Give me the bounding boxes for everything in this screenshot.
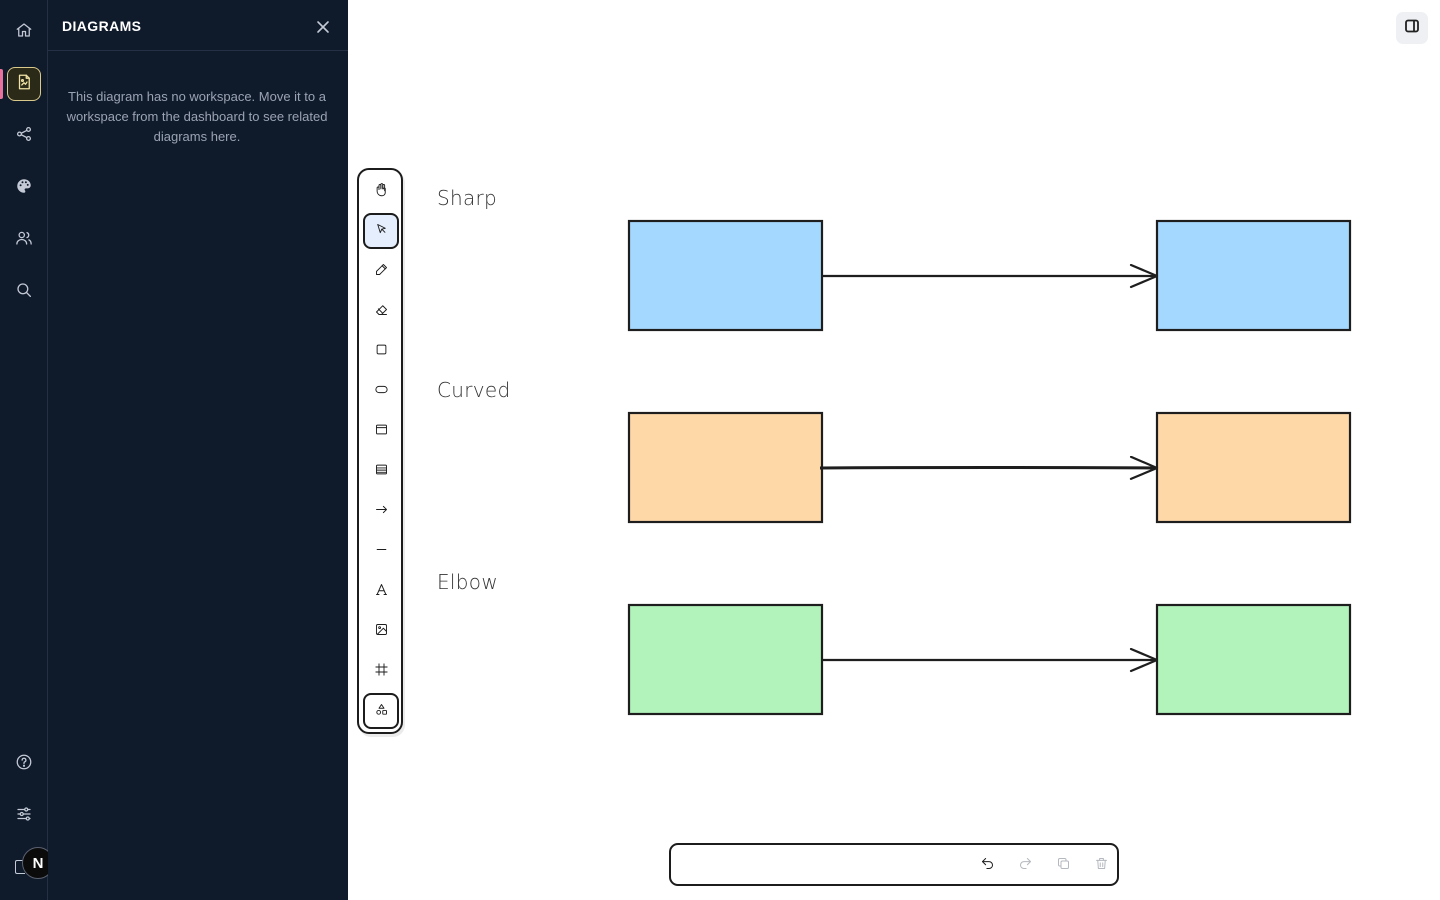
ellipse-icon <box>374 382 389 401</box>
table-icon <box>374 462 389 481</box>
tool-palette <box>357 168 403 734</box>
home-icon <box>15 21 33 43</box>
window-icon <box>374 422 389 441</box>
panel-title: DIAGRAMS <box>62 18 142 34</box>
share-button[interactable] <box>6 118 42 154</box>
image-tool[interactable] <box>363 613 399 649</box>
frame-icon <box>374 662 389 681</box>
line-icon <box>374 542 389 561</box>
select-tool[interactable] <box>363 213 399 249</box>
elbow-source-box[interactable] <box>627 603 824 716</box>
help-button[interactable] <box>6 746 42 782</box>
sharp-target-box[interactable] <box>1155 219 1352 332</box>
curved-target-box[interactable] <box>1155 411 1352 524</box>
people-button[interactable] <box>6 222 42 258</box>
rectangle-tool[interactable] <box>363 333 399 369</box>
theme-button[interactable] <box>6 170 42 206</box>
duplicate-button[interactable] <box>1052 854 1074 876</box>
undo-icon <box>980 856 995 875</box>
help-circle-icon <box>15 753 33 775</box>
redo-button[interactable] <box>1014 854 1036 876</box>
search-icon <box>15 281 33 303</box>
label-curved[interactable]: Curved <box>437 378 511 402</box>
share-icon <box>15 125 33 147</box>
close-panel-button[interactable] <box>316 19 330 33</box>
table-tool[interactable] <box>363 453 399 489</box>
hand-tool[interactable] <box>363 173 399 209</box>
home-button[interactable] <box>6 14 42 50</box>
arrow-tool[interactable] <box>363 493 399 529</box>
ellipse-tool[interactable] <box>363 373 399 409</box>
pointer-icon <box>374 222 389 241</box>
shapes-tool[interactable] <box>363 693 399 729</box>
sliders-icon <box>15 805 33 827</box>
redo-icon <box>1018 856 1033 875</box>
diagrams-panel: DIAGRAMS This diagram has no workspace. … <box>48 0 348 900</box>
empty-state-message: This diagram has no workspace. Move it t… <box>66 89 328 144</box>
elbow-target-box[interactable] <box>1155 603 1352 716</box>
diagrams-button[interactable] <box>7 67 41 101</box>
shapes-icon <box>374 702 389 721</box>
pencil-icon <box>374 262 389 281</box>
curved-source-box[interactable] <box>627 411 824 524</box>
card-tool[interactable] <box>363 413 399 449</box>
diagram-file-icon <box>15 73 33 95</box>
label-elbow[interactable]: Elbow <box>437 570 498 594</box>
bottom-action-bar <box>669 843 1119 886</box>
image-icon <box>374 622 389 641</box>
close-icon <box>316 19 330 38</box>
active-indicator <box>0 69 3 99</box>
trash-icon <box>1094 856 1109 875</box>
text-icon <box>374 582 389 601</box>
arrow-right-icon <box>374 502 389 521</box>
palette-icon <box>15 177 33 199</box>
label-sharp[interactable]: Sharp <box>437 186 497 210</box>
app-rail: N <box>0 0 54 900</box>
frame-tool[interactable] <box>363 653 399 689</box>
panel-header: DIAGRAMS <box>48 0 348 51</box>
curved-arrow[interactable] <box>819 468 1157 469</box>
sharp-source-box[interactable] <box>627 219 824 332</box>
text-tool[interactable] <box>363 573 399 609</box>
eraser-icon <box>374 302 389 321</box>
users-icon <box>15 229 33 251</box>
delete-button[interactable] <box>1090 854 1112 876</box>
eraser-tool[interactable] <box>363 293 399 329</box>
copy-icon <box>1056 856 1071 875</box>
diagram-canvas[interactable] <box>348 0 1440 900</box>
pencil-tool[interactable] <box>363 253 399 289</box>
square-icon <box>374 342 389 361</box>
hand-icon <box>374 182 389 201</box>
undo-button[interactable] <box>976 854 998 876</box>
settings-button[interactable] <box>6 798 42 834</box>
search-button[interactable] <box>6 274 42 310</box>
line-tool[interactable] <box>363 533 399 569</box>
